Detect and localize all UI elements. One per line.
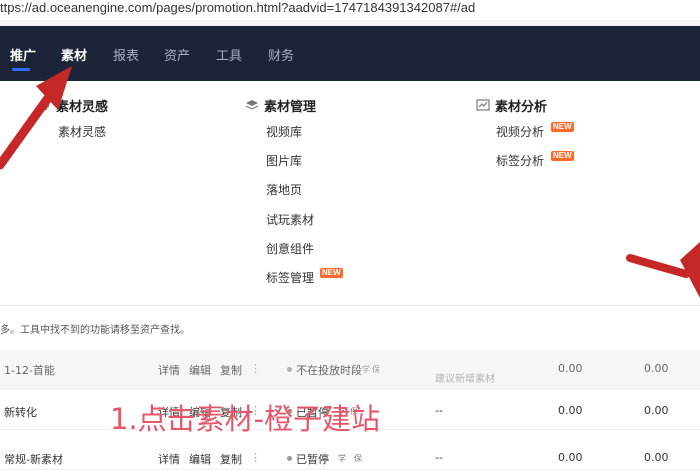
protect-tag: 保 (354, 454, 362, 463)
row-name: 新转化 (4, 406, 37, 419)
menu-item-tag-analysis[interactable]: 标签分析 (496, 152, 544, 169)
menu-item-playable[interactable]: 试玩素材 (266, 211, 314, 228)
nav-tab-report[interactable]: 报表 (113, 45, 139, 64)
nav-tab-finance[interactable]: 财务 (268, 45, 294, 64)
metric-2: 0.00 (644, 451, 669, 464)
annotation-arrow-left (0, 66, 72, 170)
metric-2: 0.00 (644, 362, 669, 375)
detail-link[interactable]: 详情 (158, 451, 180, 467)
metric-1: 0.00 (558, 451, 583, 464)
notice-text: 多。工具中找不到的功能请移至资产查找。 (0, 325, 190, 336)
row-name: 常规-新素材 (4, 453, 63, 466)
menu-item-tag-management[interactable]: 标签管理 (266, 269, 314, 286)
detail-link[interactable]: 详情 (158, 362, 180, 378)
status-text: 已暂停 (296, 453, 329, 466)
metric-2: 0.00 (644, 404, 669, 417)
metric-1: 0.00 (558, 404, 583, 417)
new-badge: NEW (551, 122, 574, 132)
chart-icon (476, 99, 490, 111)
table-row[interactable]: 1-12-首能 详情 编辑 复制 ⋮ 不在投放时段 学 保 建议新增素材 0.0… (0, 350, 700, 390)
column-title-analysis: 素材分析 (495, 100, 548, 115)
layers-icon (245, 100, 259, 110)
suggestion-text: 建议新增素材 (435, 374, 495, 385)
status-dot (287, 367, 292, 372)
column-title-management: 素材管理 (264, 100, 317, 115)
status-text: 不在投放时段 (296, 364, 362, 377)
copy-link[interactable]: 复制 (220, 362, 242, 378)
status-dot (287, 456, 292, 461)
more-icon[interactable]: ⋮ (250, 451, 261, 464)
material-dropdown-menu: 素材灵感 素材灵感 素材管理 视频库 图片库 落地页 试玩素材 创意组件 标签管… (0, 81, 700, 306)
menu-item-video-library[interactable]: 视频库 (266, 123, 302, 140)
menu-item-video-analysis[interactable]: 视频分析 (496, 123, 544, 140)
new-badge: NEW (320, 268, 343, 278)
annotation-arrow-right (626, 242, 700, 298)
suggestion-text: -- (435, 451, 443, 464)
nav-tab-assets[interactable]: 资产 (164, 45, 190, 64)
learning-tag: 学 (362, 365, 370, 374)
row-name: 1-12-首能 (4, 364, 55, 377)
learning-tag: 学 (338, 454, 346, 463)
edit-link[interactable]: 编辑 (189, 362, 211, 378)
nav-tab-tools[interactable]: 工具 (216, 45, 242, 64)
menu-item-creative-components[interactable]: 创意组件 (266, 240, 314, 257)
top-navbar: 推广 素材 报表 资产 工具 财务 (0, 26, 700, 81)
address-bar[interactable]: ttps://ad.oceanengine.com/pages/promotio… (0, 0, 700, 20)
suggestion-text: -- (435, 404, 443, 417)
more-icon[interactable]: ⋮ (250, 362, 261, 375)
edit-link[interactable]: 编辑 (189, 451, 211, 467)
notice-bar: 多。工具中找不到的功能请移至资产查找。 (0, 306, 700, 350)
metric-1: 0.00 (558, 362, 583, 375)
protect-tag: 保 (372, 365, 380, 374)
tutorial-caption: 1.点击素材-橙子建站 (110, 402, 381, 436)
new-badge: NEW (551, 151, 574, 161)
menu-item-image-library[interactable]: 图片库 (266, 152, 302, 169)
menu-item-landing-page[interactable]: 落地页 (266, 181, 302, 198)
copy-link[interactable]: 复制 (220, 451, 242, 467)
